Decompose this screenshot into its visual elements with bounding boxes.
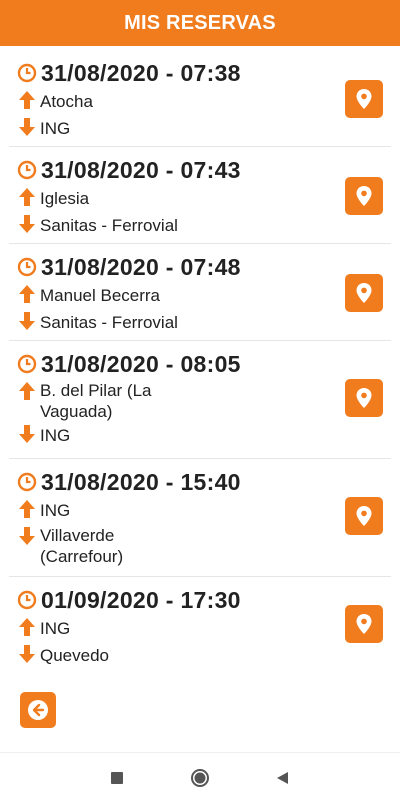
circle-icon: [191, 769, 209, 787]
system-navigation-bar: [0, 752, 400, 800]
destination-stop: Quevedo: [40, 646, 109, 665]
map-pin-button[interactable]: [345, 379, 383, 417]
map-pin-icon: [356, 283, 372, 303]
arrow-down-icon: [17, 213, 37, 235]
origin-stop: B. del Pilar (La Vaguada): [40, 381, 152, 421]
reservation-datetime: 01/09/2020 - 17:30: [41, 586, 241, 613]
map-pin-icon: [356, 614, 372, 634]
reservation-datetime: 31/08/2020 - 07:48: [41, 253, 241, 280]
map-pin-button[interactable]: [345, 497, 383, 535]
map-pin-button[interactable]: [345, 80, 383, 118]
map-pin-icon: [356, 89, 372, 109]
destination-stop: ING: [40, 426, 71, 445]
arrow-up-icon: [17, 283, 37, 305]
origin-stop: Manuel Becerra: [40, 286, 161, 305]
map-pin-icon: [356, 388, 372, 408]
origin-stop: Iglesia: [40, 189, 90, 208]
reservation-datetime: 31/08/2020 - 07:38: [41, 59, 241, 86]
clock-icon: [17, 63, 37, 83]
clock-icon: [17, 160, 37, 180]
destination-stop: ING: [40, 119, 71, 138]
reservation-item: 31/08/2020 - 07:38 Atocha ING: [9, 50, 391, 147]
map-pin-button[interactable]: [345, 274, 383, 312]
arrow-down-icon: [17, 525, 37, 547]
page-title: MIS RESERVAS: [124, 11, 276, 34]
map-pin-button[interactable]: [345, 177, 383, 215]
reservation-item: 31/08/2020 - 07:48 Manuel Becerra Sanita…: [9, 244, 391, 341]
origin-stop: Atocha: [40, 92, 93, 111]
map-pin-icon: [356, 186, 372, 206]
destination-stop: Sanitas - Ferrovial: [40, 313, 178, 332]
origin-stop: ING: [40, 619, 71, 638]
back-button[interactable]: [20, 692, 56, 728]
reservation-datetime: 31/08/2020 - 15:40: [41, 468, 241, 495]
origin-stop: ING: [40, 501, 71, 520]
arrow-up-icon: [17, 89, 37, 111]
reservation-datetime: 31/08/2020 - 07:43: [41, 156, 241, 183]
arrow-up-icon: [17, 498, 37, 520]
clock-icon: [17, 472, 37, 492]
nav-back-button[interactable]: [271, 767, 293, 789]
arrow-down-icon: [17, 643, 37, 665]
destination-stop: Sanitas - Ferrovial: [40, 216, 178, 235]
reservations-list: 31/08/2020 - 07:38 Atocha ING 31/08/2020…: [0, 50, 400, 674]
nav-recents-button[interactable]: [106, 767, 128, 789]
reservation-item: 31/08/2020 - 08:05 B. del Pilar (La Vagu…: [9, 341, 391, 459]
reservation-item: 01/09/2020 - 17:30 ING Quevedo: [9, 577, 391, 674]
reservation-datetime: 31/08/2020 - 08:05: [41, 350, 241, 377]
map-pin-icon: [356, 506, 372, 526]
app-header: MIS RESERVAS: [0, 0, 400, 46]
arrow-left-circle-icon: [28, 700, 48, 720]
triangle-icon: [277, 772, 288, 784]
nav-home-button[interactable]: [189, 767, 211, 789]
arrow-up-icon: [17, 186, 37, 208]
clock-icon: [17, 354, 37, 374]
arrow-down-icon: [17, 310, 37, 332]
arrow-down-icon: [17, 116, 37, 138]
reservation-item: 31/08/2020 - 15:40 ING Villaverde (Carre…: [9, 459, 391, 577]
arrow-down-icon: [17, 423, 37, 445]
reservation-item: 31/08/2020 - 07:43 Iglesia Sanitas - Fer…: [9, 147, 391, 244]
clock-icon: [17, 590, 37, 610]
arrow-up-icon: [17, 616, 37, 638]
map-pin-button[interactable]: [345, 605, 383, 643]
arrow-up-icon: [17, 380, 37, 402]
clock-icon: [17, 257, 37, 277]
square-icon: [111, 772, 123, 784]
destination-stop: Villaverde (Carrefour): [40, 526, 124, 566]
